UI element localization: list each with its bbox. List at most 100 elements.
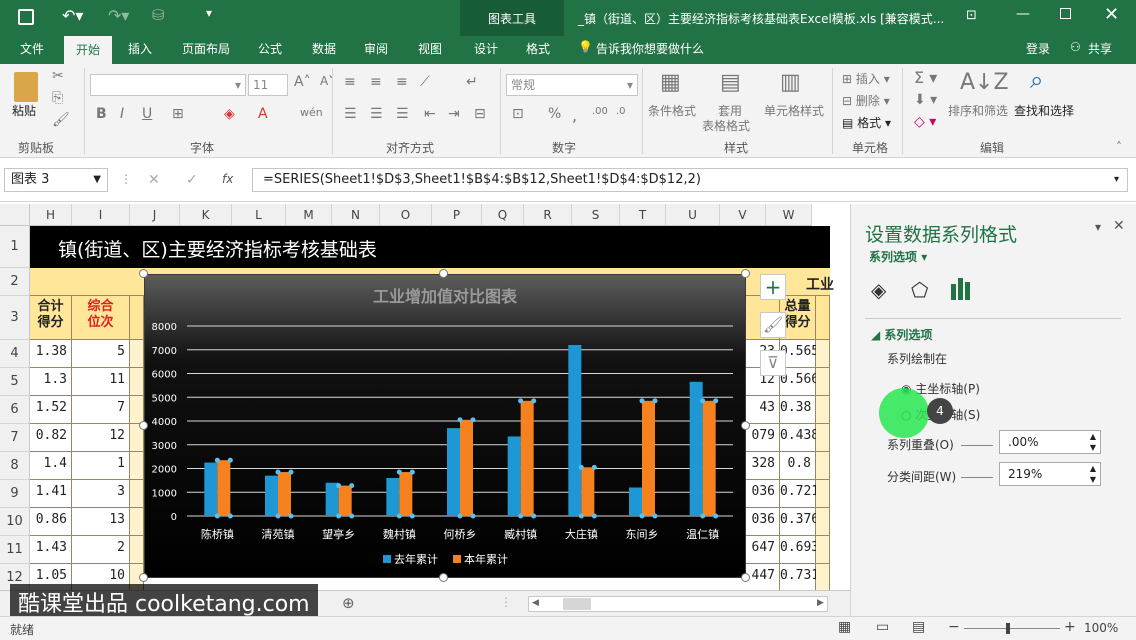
table-cell[interactable]: 0.82 [30,424,72,452]
chart-resize-handle[interactable] [439,269,448,278]
table-cell[interactable]: 0.731 [780,564,819,590]
column-header[interactable]: K [180,204,232,226]
wrap-text-icon[interactable]: ↵ [466,74,478,90]
table-cell[interactable]: 12 [72,424,130,452]
font-size-select[interactable]: 11 [248,74,288,96]
chart-resize-handle[interactable] [139,269,148,278]
section-series-options[interactable]: ◢ 系列选项 [871,326,932,343]
table-cell[interactable]: 5 [72,340,130,368]
conditional-format-icon[interactable]: ▦ [660,70,681,95]
chart-elements-button[interactable]: + [760,274,786,300]
format-painter-icon[interactable]: 🖌 [52,112,70,128]
minimize-icon[interactable]: — [1016,6,1030,22]
conditional-format-button[interactable]: 条件格式 [648,102,696,119]
increase-decimal-icon[interactable]: .00 [592,106,608,117]
fill-color-icon[interactable]: ◈ [224,106,235,122]
zoom-level[interactable]: 100% [1084,621,1118,635]
header-rank[interactable]: 综合位次 [72,296,130,340]
table-cell[interactable]: 43 [746,396,780,424]
table-cell[interactable]: 0.376 [780,508,819,536]
font-color-icon[interactable]: A [258,106,268,122]
row-header[interactable]: 7 [0,424,30,452]
page-break-view-icon[interactable]: ▤ [912,619,925,635]
row-header[interactable]: 9 [0,480,30,508]
column-header[interactable]: I [72,204,130,226]
series-options-icon[interactable] [949,278,971,300]
table-cell[interactable]: 0.8 [780,452,816,480]
chart-area[interactable]: 工业增加值对比图表 8000 7000 6000 5000 4000 3000 2000 100… [144,274,746,578]
tab-page-layout[interactable]: 页面布局 [182,40,230,57]
table-cell[interactable] [130,536,144,564]
table-cell[interactable]: 1.43 [30,536,72,564]
increase-font-icon[interactable]: A˄ [294,74,311,90]
number-format-select[interactable]: 常规 ▾ [506,74,638,96]
orientation-icon[interactable]: ⟋ [420,74,430,90]
row-header[interactable]: 6 [0,396,30,424]
cell-style-icon[interactable]: ▥ [780,70,801,95]
indent-increase-icon[interactable]: ⇥ [448,106,460,122]
paste-icon[interactable] [14,72,38,102]
chart-resize-handle[interactable] [741,269,750,278]
fill-line-icon[interactable]: ◈ [871,278,886,302]
table-cell[interactable]: 1.38 [30,340,72,368]
bold-icon[interactable]: B [96,106,107,122]
chart-resize-handle[interactable] [139,421,148,430]
table-cell[interactable] [130,396,144,424]
column-header[interactable]: T [620,204,666,226]
tab-design[interactable]: 设计 [474,40,498,57]
select-all-corner[interactable] [0,204,30,226]
table-cell[interactable]: 447 [746,564,780,590]
zoom-out-icon[interactable]: − [948,619,960,635]
autosum-icon[interactable]: Σ ▾ [914,68,937,87]
table-cell[interactable] [816,536,830,564]
pane-close-icon[interactable]: ✕ [1113,218,1125,234]
tab-review[interactable]: 审阅 [364,40,388,57]
save-icon[interactable] [18,9,34,25]
table-cell[interactable]: 1.4 [30,452,72,480]
gap-width-input[interactable]: 219% ▲ ▼ [999,462,1101,486]
column-header[interactable]: J [130,204,180,226]
table-cell[interactable] [816,508,830,536]
row-header[interactable]: 5 [0,368,30,396]
header-total-score[interactable]: 合计得分 [30,296,72,340]
tab-view[interactable]: 视图 [418,40,442,57]
column-header[interactable]: S [572,204,620,226]
table-cell[interactable]: 0.693 [780,536,819,564]
horizontal-scrollbar[interactable]: ◀ ▶ [528,596,828,612]
sort-filter-icon[interactable]: A↓Z [960,70,1009,95]
align-bottom-icon[interactable]: ≡ [396,74,408,90]
table-cell[interactable]: 0.721 [780,480,819,508]
insert-cells-button[interactable]: ⊞ 插入 ▾ [842,70,890,87]
table-cell[interactable]: 1 [72,452,130,480]
tab-formulas[interactable]: 公式 [258,40,282,57]
row-header[interactable]: 3 [0,296,30,340]
maximize-icon[interactable] [1060,8,1071,19]
table-cell[interactable]: 11 [72,368,130,396]
table-cell[interactable]: 3 [72,480,130,508]
table-cell[interactable] [816,396,830,424]
decrease-decimal-icon[interactable]: .0 [616,106,626,117]
search-icon[interactable]: ⌕ [1030,66,1043,94]
table-cell[interactable] [816,452,830,480]
chart-resize-handle[interactable] [741,421,750,430]
paste-button[interactable]: 粘贴 [12,102,36,119]
table-cell[interactable]: 1.3 [30,368,72,396]
table-cell[interactable] [130,480,144,508]
column-header[interactable]: W [766,204,812,226]
chart-filters-button[interactable]: ⊽ [760,350,786,376]
table-cell[interactable] [130,452,144,480]
comma-icon[interactable]: , [572,106,577,125]
copy-icon[interactable]: ⎘ [52,90,63,106]
row-header[interactable]: 1 [0,226,30,268]
table-cell[interactable] [816,480,830,508]
scroll-thumb[interactable] [563,598,591,610]
column-header[interactable]: H [30,204,72,226]
table-cell[interactable]: 13 [72,508,130,536]
sign-in-link[interactable]: 登录 [1026,40,1050,57]
sort-filter-button[interactable]: 排序和筛选 [948,102,1008,119]
tab-file[interactable]: 文件 [20,40,44,57]
row-header[interactable]: 10 [0,508,30,536]
align-center-icon[interactable]: ☰ [370,106,383,122]
table-cell[interactable]: 647 [746,536,780,564]
ribbon-display-icon[interactable]: ⊡ [966,8,977,23]
